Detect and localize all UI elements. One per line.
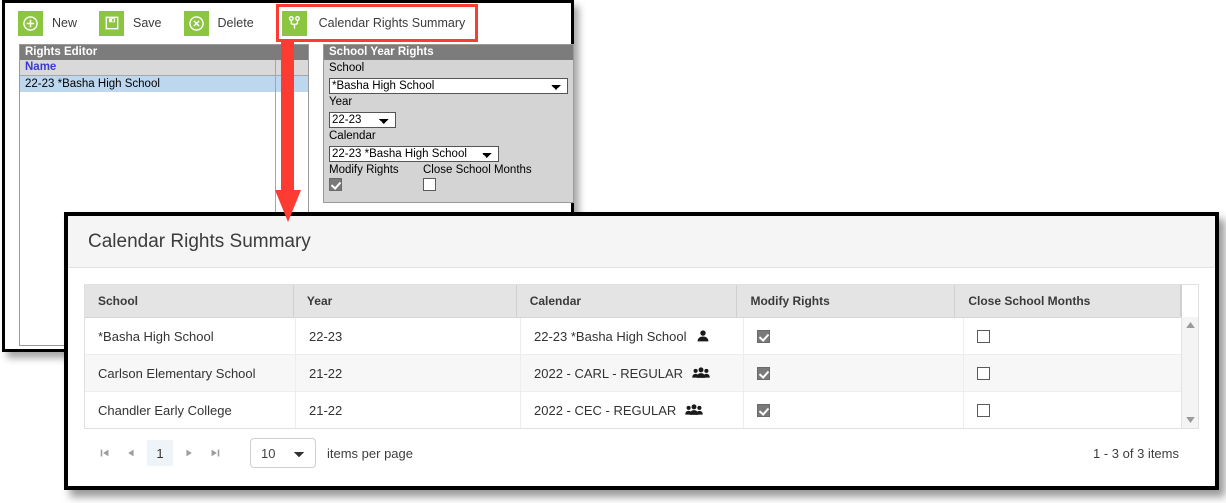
delete-button[interactable]: Delete — [183, 10, 254, 36]
scroll-up-arrow-icon[interactable] — [1182, 319, 1198, 331]
year-select[interactable]: 22-23 — [329, 112, 396, 128]
rights-editor-column-headers: Name — [20, 60, 308, 76]
column-header-modify-rights[interactable]: Modify Rights — [737, 285, 956, 317]
cell-school: Chandler Early College — [85, 392, 296, 428]
cell-calendar-text: 22-23 *Basha High School — [534, 328, 687, 344]
modify-rights-checkbox-cell — [329, 178, 423, 196]
current-page-number[interactable]: 1 — [147, 440, 173, 466]
toolbar: New Save Delete Calendar Rights Summary — [5, 3, 571, 43]
branch-icon — [281, 10, 307, 36]
modify-rights-checkbox[interactable] — [329, 178, 342, 191]
single-person-icon — [696, 329, 710, 343]
column-header-year[interactable]: Year — [294, 285, 517, 317]
next-page-button[interactable] — [176, 440, 202, 466]
group-people-icon — [685, 403, 704, 417]
cell-calendar-text: 2022 - CEC - REGULAR — [534, 402, 677, 418]
cell-calendar: 2022 - CARL - REGULAR — [521, 355, 744, 391]
first-page-button[interactable] — [92, 440, 118, 466]
cell-modify-rights — [744, 318, 964, 354]
calendar-rights-grid: School Year Calendar Modify Rights Close… — [84, 284, 1199, 429]
calendar-rights-summary-button-label: Calendar Rights Summary — [318, 16, 466, 30]
annotation-arrow — [275, 36, 301, 222]
cell-close-school-months — [964, 318, 1192, 354]
school-year-rights-caption: School Year Rights — [324, 45, 573, 60]
modify-rights-checkbox[interactable] — [757, 366, 770, 380]
close-school-months-label: Close School Months — [423, 164, 532, 176]
close-school-months-checkbox[interactable] — [977, 403, 990, 417]
cell-modify-rights — [744, 355, 964, 391]
cell-calendar-text: 2022 - CARL - REGULAR — [534, 365, 684, 381]
cell-year: 22-23 — [296, 318, 521, 354]
cell-close-school-months — [964, 355, 1192, 391]
page-size-select[interactable]: 10 — [250, 438, 316, 468]
cell-school: *Basha High School — [85, 318, 296, 354]
save-button-label: Save — [133, 16, 162, 30]
modal-title: Calendar Rights Summary — [88, 230, 311, 252]
grid-pager: 1 10 items per page 1 - 3 of 3 items — [84, 429, 1199, 477]
cell-year: 21-22 — [296, 355, 521, 391]
column-header-school[interactable]: School — [85, 285, 294, 317]
x-circle-icon — [183, 10, 209, 36]
close-school-months-checkbox[interactable] — [423, 178, 436, 191]
previous-page-button[interactable] — [118, 440, 144, 466]
cell-school: Carlson Elementary School — [85, 355, 296, 391]
modify-rights-checkbox[interactable] — [757, 329, 770, 343]
new-button[interactable]: New — [18, 10, 77, 36]
column-header-close-school-months[interactable]: Close School Months — [955, 285, 1182, 317]
close-school-months-checkbox-cell — [423, 178, 436, 196]
grid-header-row: School Year Calendar Modify Rights Close… — [85, 285, 1199, 318]
close-school-months-checkbox[interactable] — [977, 366, 990, 380]
modify-rights-label: Modify Rights — [329, 164, 399, 176]
delete-button-label: Delete — [217, 16, 254, 30]
table-row[interactable]: *Basha High School 22-23 22-23 *Basha Hi… — [85, 318, 1198, 355]
rights-editor-column-name: Name — [25, 61, 57, 73]
modal-body: School Year Calendar Modify Rights Close… — [68, 268, 1215, 477]
modal-header: Calendar Rights Summary — [68, 216, 1215, 268]
column-header-scroll-padding — [1181, 285, 1199, 317]
plus-circle-icon — [18, 10, 43, 36]
new-button-label: New — [52, 16, 78, 30]
item-count-label: 1 - 3 of 3 items — [1093, 445, 1179, 461]
cell-modify-rights — [744, 392, 964, 428]
grid-body: *Basha High School 22-23 22-23 *Basha Hi… — [85, 318, 1198, 428]
modify-rights-checkbox[interactable] — [757, 403, 770, 417]
calendar-rights-summary-modal: Calendar Rights Summary School Year Cale… — [64, 212, 1219, 490]
column-header-calendar[interactable]: Calendar — [517, 285, 738, 317]
save-button[interactable]: Save — [99, 10, 162, 36]
table-row[interactable]: Chandler Early College 21-22 2022 - CEC … — [85, 392, 1198, 428]
group-people-icon — [692, 366, 710, 380]
items-per-page-label: items per page — [327, 445, 413, 461]
floppy-disk-icon — [99, 10, 125, 36]
calendar-rights-summary-button[interactable]: Calendar Rights Summary — [275, 4, 479, 42]
calendar-select[interactable]: 22-23 *Basha High School — [329, 146, 499, 162]
cell-year: 21-22 — [296, 392, 521, 428]
calendar-field-label: Calendar — [329, 130, 376, 142]
table-row[interactable]: Carlson Elementary School 21-22 2022 - C… — [85, 355, 1198, 392]
rights-editor-caption: Rights Editor — [20, 45, 308, 60]
cell-calendar: 22-23 *Basha High School — [521, 318, 744, 354]
cell-calendar: 2022 - CEC - REGULAR — [521, 392, 744, 428]
cell-close-school-months — [964, 392, 1192, 428]
school-year-rights-panel: School Year Rights School *Basha High Sc… — [323, 44, 574, 203]
close-school-months-checkbox[interactable] — [977, 329, 990, 343]
school-field-label: School — [329, 62, 365, 74]
rights-checkbox-labels: Modify Rights Close School Months — [324, 164, 573, 176]
rights-editor-row[interactable]: 22-23 *Basha High School — [20, 76, 308, 92]
school-select[interactable]: *Basha High School — [329, 78, 568, 94]
rights-checkboxes — [324, 178, 573, 196]
last-page-button[interactable] — [202, 440, 228, 466]
scroll-down-arrow-icon[interactable] — [1182, 414, 1198, 426]
year-field-label: Year — [329, 96, 353, 108]
grid-vertical-scrollbar[interactable] — [1181, 317, 1198, 428]
